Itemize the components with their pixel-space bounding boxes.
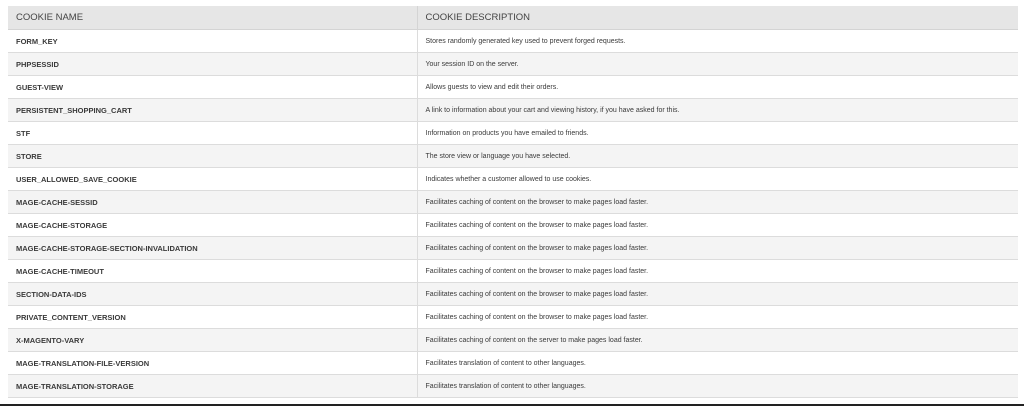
table-row: STF Information on products you have emai… [8, 121, 1018, 145]
table-row: MAGE-TRANSLATION-FILE-VERSION Facilitates… [8, 351, 1018, 375]
cookie-description-cell: Facilitates translation of content to ot… [417, 351, 1018, 375]
table-row: PHPSESSID Your session ID on the server. [8, 52, 1018, 76]
table-row: GUEST-VIEW Allows guests to view and edit… [8, 75, 1018, 99]
cookie-description-cell: Allows guests to view and edit their ord… [417, 75, 1018, 99]
cookie-name-cell: USER_ALLOWED_SAVE_COOKIE [8, 167, 418, 191]
cookie-description-cell: Indicates whether a customer allowed to … [417, 167, 1018, 191]
cookie-name-cell: PRIVATE_CONTENT_VERSION [8, 305, 418, 329]
table-row: STORE The store view or language you have… [8, 144, 1018, 168]
cookie-name-cell: MAGE-CACHE-STORAGE [8, 213, 418, 237]
cookie-description-cell: Facilitates caching of content on the br… [417, 282, 1018, 306]
bottom-divider [0, 404, 1024, 406]
cookie-description-cell: A link to information about your cart an… [417, 98, 1018, 122]
cookie-description-cell: Facilitates translation of content to ot… [417, 374, 1018, 398]
cookie-description-cell: Facilitates caching of content on the br… [417, 190, 1018, 214]
cookie-description-cell: Facilitates caching of content on the br… [417, 213, 1018, 237]
cookie-name-cell: MAGE-CACHE-STORAGE-SECTION-INVALIDATION [8, 236, 418, 260]
column-header-cookie-description: COOKIE DESCRIPTION [417, 6, 1018, 30]
cookie-name-cell: GUEST-VIEW [8, 75, 418, 99]
table-row: MAGE-TRANSLATION-STORAGE Facilitates tran… [8, 374, 1018, 398]
table-row: MAGE-CACHE-STORAGE Facilitates caching of… [8, 213, 1018, 237]
table-row: PERSISTENT_SHOPPING_CART A link to inform… [8, 98, 1018, 122]
cookie-name-cell: SECTION-DATA-IDS [8, 282, 418, 306]
cookie-description-cell: Information on products you have emailed… [417, 121, 1018, 145]
cookie-name-cell: X-MAGENTO-VARY [8, 328, 418, 352]
cookie-description-cell: Facilitates caching of content on the br… [417, 305, 1018, 329]
cookie-description-cell: Facilitates caching of content on the br… [417, 259, 1018, 283]
table-row: SECTION-DATA-IDS Facilitates caching of c… [8, 282, 1018, 306]
table-row: PRIVATE_CONTENT_VERSION Facilitates cachi… [8, 305, 1018, 329]
cookie-name-cell: FORM_KEY [8, 29, 418, 53]
column-header-cookie-name: COOKIE NAME [8, 6, 418, 30]
cookie-description-cell: Your session ID on the server. [417, 52, 1018, 76]
table-row: FORM_KEY Stores randomly generated key us… [8, 29, 1018, 53]
table-row: MAGE-CACHE-STORAGE-SECTION-INVALIDATION F… [8, 236, 1018, 260]
cookie-description-cell: Facilitates caching of content on the se… [417, 328, 1018, 352]
cookie-page: COOKIE NAME COOKIE DESCRIPTION FORM_KEY S… [0, 0, 1024, 410]
cookie-table: COOKIE NAME COOKIE DESCRIPTION FORM_KEY S… [8, 6, 1018, 398]
cookie-name-cell: MAGE-CACHE-SESSID [8, 190, 418, 214]
cookie-table-body: FORM_KEY Stores randomly generated key us… [8, 29, 1018, 398]
cookie-description-cell: The store view or language you have sele… [417, 144, 1018, 168]
cookie-description-cell: Facilitates caching of content on the br… [417, 236, 1018, 260]
table-row: X-MAGENTO-VARY Facilitates caching of con… [8, 328, 1018, 352]
cookie-name-cell: PERSISTENT_SHOPPING_CART [8, 98, 418, 122]
table-row: MAGE-CACHE-SESSID Facilitates caching of … [8, 190, 1018, 214]
cookie-name-cell: MAGE-TRANSLATION-STORAGE [8, 374, 418, 398]
cookie-name-cell: PHPSESSID [8, 52, 418, 76]
cookie-name-cell: STORE [8, 144, 418, 168]
cookie-name-cell: STF [8, 121, 418, 145]
cookie-name-cell: MAGE-TRANSLATION-FILE-VERSION [8, 351, 418, 375]
cookie-name-cell: MAGE-CACHE-TIMEOUT [8, 259, 418, 283]
cookie-description-cell: Stores randomly generated key used to pr… [417, 29, 1018, 53]
table-row: USER_ALLOWED_SAVE_COOKIE Indicates whethe… [8, 167, 1018, 191]
table-header-row: COOKIE NAME COOKIE DESCRIPTION [8, 6, 1018, 30]
table-row: MAGE-CACHE-TIMEOUT Facilitates caching of… [8, 259, 1018, 283]
